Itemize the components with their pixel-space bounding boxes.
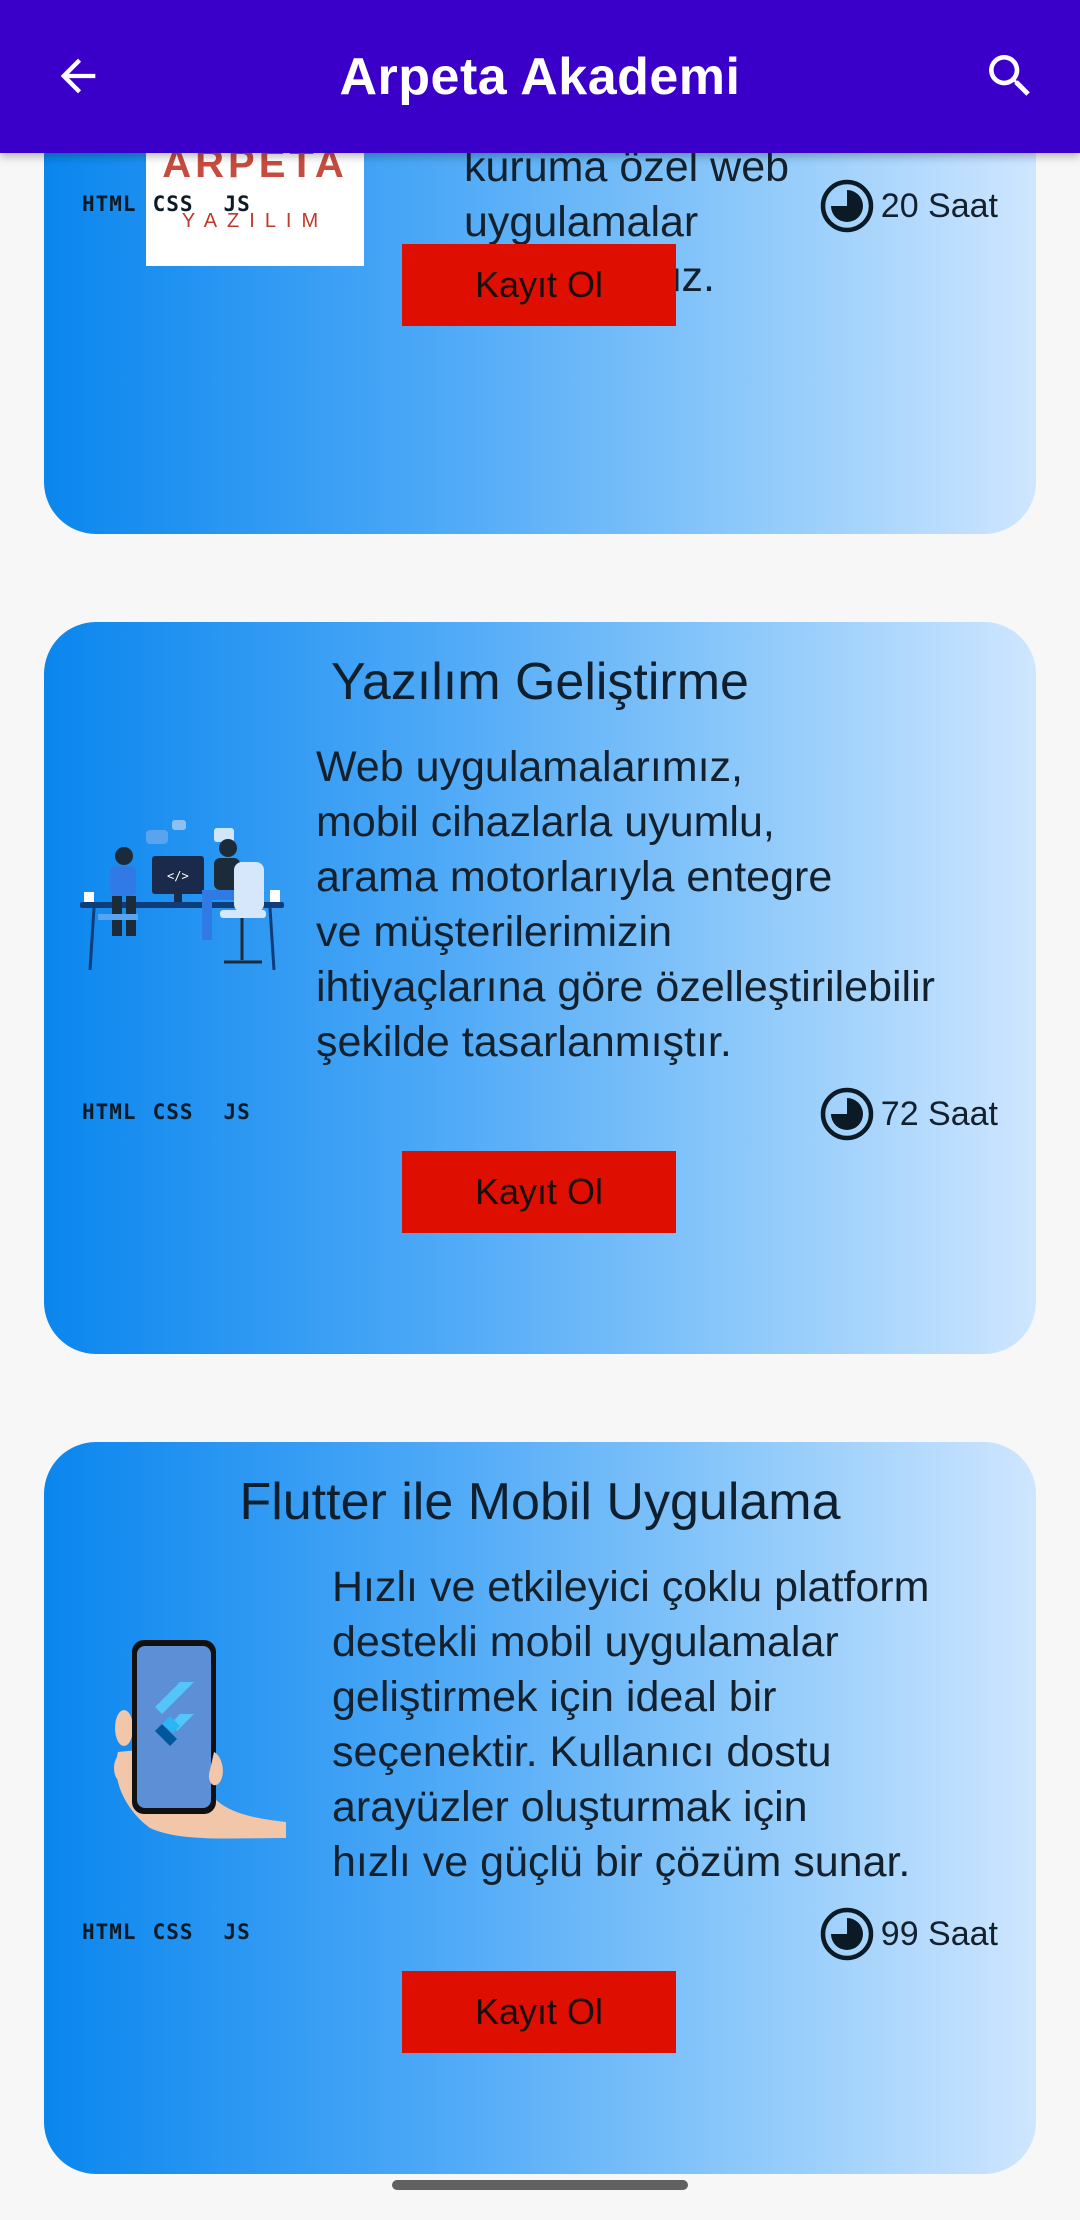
description-line: destekli mobil uygulamalar — [332, 1618, 839, 1666]
course-title: Flutter ile Mobil Uygulama — [239, 1473, 841, 1531]
phone-in-hand-illustration — [110, 1632, 290, 1842]
description-line: Web uygulamalarımız, — [316, 743, 743, 791]
tech-tags: HTML CSS JS — [82, 1100, 251, 1124]
description-line: hızlı ve güçlü bir çözüm sunar. — [332, 1838, 911, 1886]
description-line: ve müşterilerimizin — [316, 908, 673, 956]
course-description: Web uygulamalarımız, mobil cihazlarla uy… — [316, 740, 935, 1070]
description-line: mobil cihazlarla uyumlu, — [316, 798, 775, 846]
tech-html: HTML — [82, 1920, 137, 1944]
tech-tags: HTML CSS JS — [82, 192, 251, 216]
description-line: seçenektir. Kullanıcı dostu — [332, 1728, 832, 1776]
course-card: Flutter ile Mobil Uygulama Hızlı ve etki… — [44, 1442, 1036, 2174]
tech-tags: HTML CSS JS — [82, 1920, 251, 1944]
developers-illustration: </> — [74, 810, 294, 971]
app-title: Arpeta Akademi — [339, 47, 741, 106]
back-button[interactable] — [40, 38, 116, 114]
course-duration: 72 Saat — [819, 1086, 998, 1142]
description-line: Hızlı ve etkileyici çoklu platform — [332, 1563, 930, 1611]
enroll-button[interactable]: Kayıt Ol — [402, 1971, 676, 2053]
duration-text: 99 Saat — [880, 1914, 998, 1953]
home-indicator[interactable] — [392, 2180, 688, 2190]
course-duration: 20 Saat — [819, 178, 998, 234]
course-description: Hızlı ve etkileyici çoklu platform deste… — [332, 1560, 929, 1890]
clock-icon — [820, 1087, 874, 1141]
tech-js: JS — [223, 1100, 251, 1124]
course-duration: 99 Saat — [819, 1906, 998, 1962]
description-line: uygulamalar — [464, 198, 699, 246]
search-icon — [989, 55, 1030, 96]
description-line: arayüzler oluşturmak için — [332, 1783, 808, 1831]
tech-html: HTML — [82, 1100, 137, 1124]
tech-css: CSS — [152, 192, 194, 216]
tech-js: JS — [223, 1920, 251, 1944]
description-line: ihtiyaçlarına göre özelleştirilebilir — [316, 963, 935, 1011]
tech-html: HTML — [82, 192, 137, 216]
duration-text: 72 Saat — [880, 1094, 998, 1133]
description-line: geliştirmek için ideal bir — [332, 1673, 777, 1721]
enroll-button[interactable]: Kayıt Ol — [402, 1151, 676, 1233]
arrow-left-icon — [60, 58, 96, 94]
course-title: Yazılım Geliştirme — [331, 653, 749, 711]
description-line: şekilde tasarlanmıştır. — [316, 1018, 732, 1066]
clock-icon — [820, 179, 874, 233]
tech-js: JS — [223, 192, 251, 216]
tech-css: CSS — [152, 1100, 194, 1124]
clock-icon — [820, 1907, 874, 1961]
course-card: Yazılım Geliştirme </> Web uygulamalarım… — [44, 622, 1036, 1354]
enroll-button[interactable]: Kayıt Ol — [402, 244, 676, 326]
app-bar: Arpeta Akademi — [0, 0, 1080, 153]
tech-css: CSS — [152, 1920, 194, 1944]
screen: Arpeta Akademi ARPETA YAZILIM kuruma öze… — [0, 0, 1080, 2220]
description-line: arama motorlarıyla entegre — [316, 853, 833, 901]
svg-text:</>: </> — [167, 869, 189, 883]
duration-text: 20 Saat — [880, 186, 998, 225]
search-button[interactable] — [972, 38, 1048, 114]
